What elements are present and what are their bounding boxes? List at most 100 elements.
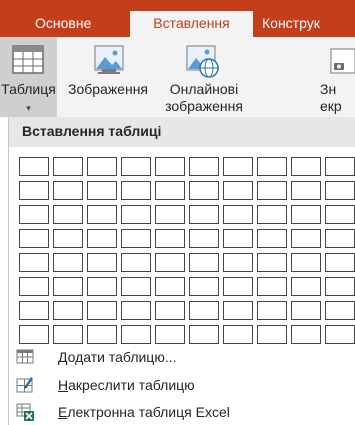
table-grid-cell[interactable] <box>189 205 219 224</box>
table-grid-cell[interactable] <box>223 301 253 320</box>
table-grid-cell[interactable] <box>53 205 83 224</box>
table-grid-cell[interactable] <box>223 181 253 200</box>
table-grid-cell[interactable] <box>257 229 287 248</box>
online-pictures-button[interactable]: Онлайнові зображення <box>158 37 250 117</box>
table-grid-cell[interactable] <box>87 325 117 344</box>
table-grid-cell[interactable] <box>121 301 151 320</box>
table-grid-cell[interactable] <box>325 301 355 320</box>
table-button[interactable]: Таблиця ▾ <box>0 37 57 117</box>
table-grid-cell[interactable] <box>291 301 321 320</box>
table-grid-cell[interactable] <box>291 253 321 272</box>
table-grid-cell[interactable] <box>257 253 287 272</box>
table-grid-cell[interactable] <box>121 277 151 296</box>
table-grid-cell[interactable] <box>19 157 49 176</box>
table-grid-cell[interactable] <box>325 277 355 296</box>
table-grid-cell[interactable] <box>53 301 83 320</box>
table-grid-cell[interactable] <box>325 157 355 176</box>
table-grid-cell[interactable] <box>189 253 219 272</box>
table-grid-cell[interactable] <box>87 181 117 200</box>
table-grid-cell[interactable] <box>53 157 83 176</box>
table-grid-cell[interactable] <box>87 157 117 176</box>
table-grid-cell[interactable] <box>291 325 321 344</box>
table-icon <box>12 45 44 74</box>
table-grid-cell[interactable] <box>257 181 287 200</box>
table-grid-cell[interactable] <box>291 181 321 200</box>
menu-item-draw-table[interactable]: Накреслити таблицю <box>9 373 355 397</box>
table-grid-cell[interactable] <box>257 301 287 320</box>
table-grid-cell[interactable] <box>53 229 83 248</box>
menu-item-excel-table[interactable]: Електронна таблиця Excel <box>9 400 355 424</box>
table-grid-cell[interactable] <box>155 229 185 248</box>
menu-item-insert-table[interactable]: Додати таблицю... <box>9 345 355 369</box>
table-grid-cell[interactable] <box>87 205 117 224</box>
table-grid-cell[interactable] <box>223 205 253 224</box>
ribbon: Таблиця ▾ Зображення Онлайнові зображенн… <box>0 37 355 117</box>
table-grid-cell[interactable] <box>155 277 185 296</box>
table-grid-cell[interactable] <box>121 205 151 224</box>
table-grid-cell[interactable] <box>189 301 219 320</box>
table-grid-cell[interactable] <box>189 181 219 200</box>
table-grid-cell[interactable] <box>121 253 151 272</box>
table-grid-cell[interactable] <box>155 205 185 224</box>
table-grid-cell[interactable] <box>19 253 49 272</box>
tab-design[interactable]: Конструк <box>262 12 320 37</box>
table-grid-cell[interactable] <box>87 277 117 296</box>
draw-table-icon <box>16 377 33 393</box>
table-grid-cell[interactable] <box>155 181 185 200</box>
table-grid-cell[interactable] <box>325 253 355 272</box>
screenshot-button[interactable]: Зн екр <box>318 37 355 117</box>
table-grid-cell[interactable] <box>87 229 117 248</box>
table-grid-cell[interactable] <box>189 325 219 344</box>
table-grid-cell[interactable] <box>257 277 287 296</box>
tab-home[interactable]: Основне <box>35 12 91 37</box>
dropdown-header-title: Вставлення таблиці <box>22 123 162 139</box>
table-grid-cell[interactable] <box>121 229 151 248</box>
table-grid-cell[interactable] <box>325 205 355 224</box>
table-grid-cell[interactable] <box>223 325 253 344</box>
table-grid-cell[interactable] <box>291 157 321 176</box>
table-grid-cell[interactable] <box>189 229 219 248</box>
table-grid-cell[interactable] <box>257 325 287 344</box>
table-grid-cell[interactable] <box>325 229 355 248</box>
table-grid-cell[interactable] <box>53 181 83 200</box>
screenshot-label-line1: Зн <box>320 81 337 97</box>
table-grid-cell[interactable] <box>223 157 253 176</box>
table-grid-cell[interactable] <box>189 157 219 176</box>
table-grid-cell[interactable] <box>155 253 185 272</box>
table-grid-cell[interactable] <box>87 301 117 320</box>
menu-item-label: Електронна таблиця Excel <box>58 404 230 420</box>
dropdown-header: Вставлення таблиці <box>9 117 355 147</box>
table-grid-cell[interactable] <box>291 205 321 224</box>
table-grid-cell[interactable] <box>121 157 151 176</box>
online-pictures-label-line1: Онлайнові <box>169 81 239 97</box>
table-grid-cell[interactable] <box>223 229 253 248</box>
table-grid-cell[interactable] <box>87 253 117 272</box>
table-grid-cell[interactable] <box>155 301 185 320</box>
table-grid-cell[interactable] <box>19 205 49 224</box>
table-grid-cell[interactable] <box>53 325 83 344</box>
table-grid-cell[interactable] <box>121 181 151 200</box>
table-grid-cell[interactable] <box>121 325 151 344</box>
table-grid-cell[interactable] <box>155 325 185 344</box>
table-grid-cell[interactable] <box>19 181 49 200</box>
table-grid-cell[interactable] <box>19 229 49 248</box>
table-grid-cell[interactable] <box>291 229 321 248</box>
table-grid-cell[interactable] <box>19 277 49 296</box>
table-grid-cell[interactable] <box>53 253 83 272</box>
table-grid-cell[interactable] <box>19 325 49 344</box>
table-grid-cell[interactable] <box>325 325 355 344</box>
table-grid-cell[interactable] <box>257 205 287 224</box>
table-grid-cell[interactable] <box>155 157 185 176</box>
table-grid-cell[interactable] <box>223 253 253 272</box>
table-grid-cell[interactable] <box>257 157 287 176</box>
tab-insert[interactable]: Вставлення <box>130 11 253 37</box>
table-button-label: Таблиця <box>1 81 56 97</box>
table-grid-cell[interactable] <box>291 277 321 296</box>
picture-icon <box>94 45 124 74</box>
table-grid-cell[interactable] <box>53 277 83 296</box>
table-grid-cell[interactable] <box>325 181 355 200</box>
table-grid-cell[interactable] <box>19 301 49 320</box>
table-grid-cell[interactable] <box>223 277 253 296</box>
table-grid-cell[interactable] <box>189 277 219 296</box>
pictures-button[interactable]: Зображення <box>62 37 154 117</box>
